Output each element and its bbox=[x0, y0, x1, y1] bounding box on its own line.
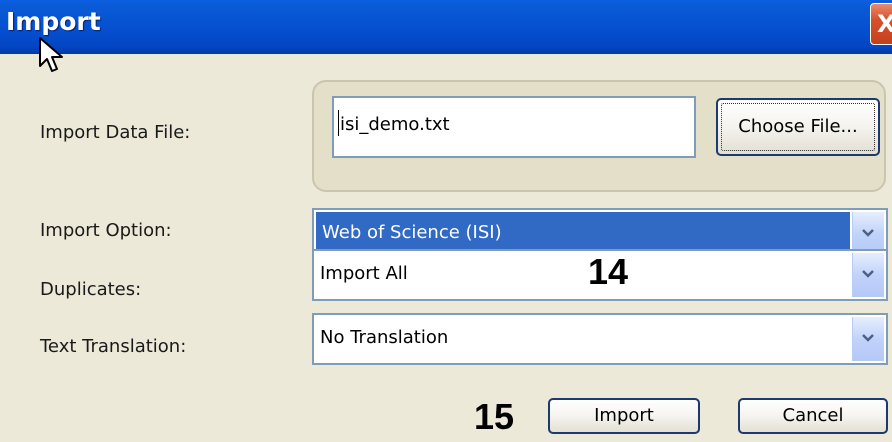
text-caret bbox=[338, 110, 339, 136]
import-dialog: Import X Import Data File: isi_demo.txt … bbox=[0, 0, 892, 442]
title-bar[interactable]: Import X bbox=[0, 0, 892, 54]
step-14-annotation: 14 bbox=[588, 251, 629, 292]
chevron-down-icon bbox=[862, 229, 874, 237]
mouse-pointer-icon bbox=[39, 37, 63, 72]
choose-file-button[interactable]: Choose File... bbox=[716, 98, 880, 156]
chevron-down-icon bbox=[862, 270, 874, 278]
import-data-file-label: Import Data File: bbox=[40, 122, 191, 143]
duplicates-label: Duplicates: bbox=[40, 279, 142, 300]
text-translation-dropdown-button[interactable] bbox=[852, 317, 884, 361]
import-button-label: Import bbox=[594, 405, 654, 426]
close-button[interactable]: X bbox=[870, 3, 892, 45]
cancel-button-label: Cancel bbox=[782, 405, 844, 426]
import-button[interactable]: Import bbox=[548, 398, 700, 434]
duplicates-value: Import All bbox=[320, 263, 408, 284]
focus-ring bbox=[721, 103, 875, 151]
import-option-value: Web of Science (ISI) bbox=[322, 222, 502, 243]
close-icon: X bbox=[877, 10, 892, 38]
cancel-button[interactable]: Cancel bbox=[738, 398, 888, 434]
file-path-value: isi_demo.txt bbox=[340, 114, 450, 135]
text-translation-value: No Translation bbox=[320, 327, 449, 348]
text-translation-label: Text Translation: bbox=[40, 336, 187, 357]
chevron-down-icon bbox=[862, 334, 874, 342]
step-15-annotation: 15 bbox=[474, 396, 515, 437]
window-title: Import bbox=[6, 7, 101, 36]
import-option-label: Import Option: bbox=[40, 220, 172, 241]
text-translation-select[interactable]: No Translation bbox=[312, 313, 888, 365]
duplicates-dropdown-button[interactable] bbox=[852, 253, 884, 297]
file-path-input[interactable]: isi_demo.txt bbox=[332, 96, 696, 158]
